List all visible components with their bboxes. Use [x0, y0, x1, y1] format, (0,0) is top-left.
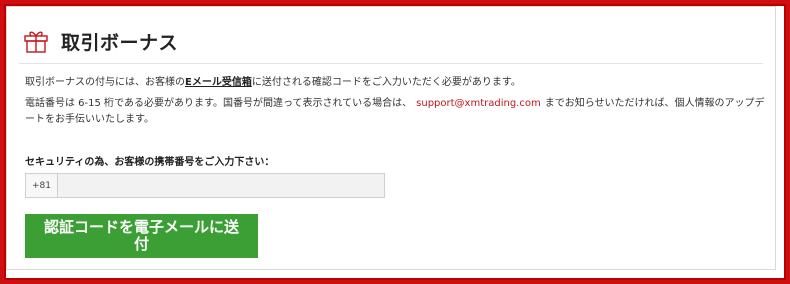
info-text: 電話番号は 6-15 桁である必要があります。国番号が間違って表示されている場合… — [25, 98, 413, 109]
header-divider — [19, 63, 763, 64]
email-inbox-link[interactable]: Eメール受信箱 — [185, 77, 252, 88]
send-code-button[interactable]: 認証コードを電子メールに送付 — [25, 214, 258, 258]
phone-field-group: +81 — [25, 173, 385, 198]
page-title: 取引ボーナス — [61, 31, 179, 54]
phone-number-input[interactable] — [58, 174, 384, 197]
info-text: 取引ボーナスの付与には、お客様の — [25, 77, 185, 88]
bonus-card: 取引ボーナス 取引ボーナスの付与には、お客様のEメール受信箱に送付される確認コー… — [6, 6, 776, 270]
info-paragraph-phone: 電話番号は 6-15 桁である必要があります。国番号が間違って表示されている場合… — [25, 96, 765, 128]
section-header: 取引ボーナス — [23, 27, 178, 55]
support-email-link[interactable]: support@xmtrading.com — [416, 98, 541, 109]
info-paragraph-email: 取引ボーナスの付与には、お客様のEメール受信箱に送付される確認コードをご入力いた… — [25, 75, 765, 90]
phone-prompt-label: セキュリティの為、お客様の携帯番号をご入力下さい： — [25, 157, 275, 168]
country-code: +81 — [26, 174, 58, 197]
info-text: に送付される確認コードをご入力いただく必要があります。 — [251, 77, 521, 88]
gift-icon — [23, 28, 49, 54]
